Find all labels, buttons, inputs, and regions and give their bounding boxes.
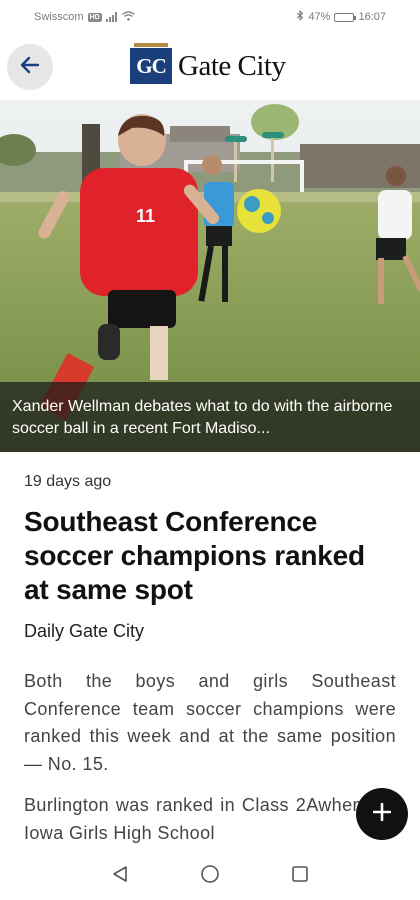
article-paragraph: Both the boys and girls Southeast Confer… (24, 671, 396, 774)
wifi-icon (121, 10, 135, 24)
status-left: Swisscom HD (34, 10, 135, 24)
article-timestamp: 19 days ago (24, 473, 112, 490)
status-right: 47% 16:07 (296, 9, 386, 24)
clock: 16:07 (358, 11, 386, 23)
carrier-name: Swisscom (34, 11, 84, 23)
carrier-badge: HD (87, 12, 102, 22)
article-paragraph: Burlington was ranked in Class 2Awhen th… (24, 795, 396, 843)
hero-caption: Xander Wellman debates what to do with t… (0, 382, 420, 452)
nav-back-button[interactable] (110, 865, 130, 888)
logo-text: Gate City (178, 49, 286, 82)
article: 19 days ago Southeast Conference soccer … (0, 452, 420, 847)
system-nav-bar (0, 852, 420, 900)
signal-icon (105, 12, 118, 22)
home-circle-icon (200, 864, 220, 889)
nav-home-button[interactable] (200, 864, 220, 889)
add-fab-button[interactable] (356, 788, 408, 840)
recents-square-icon (291, 865, 309, 888)
article-source[interactable]: Daily Gate City (24, 621, 396, 642)
article-headline: Southeast Conference soccer champions ra… (24, 506, 365, 605)
arrow-left-icon (20, 56, 40, 79)
logo-mark: GC (130, 43, 172, 84)
bluetooth-icon (296, 9, 304, 24)
back-button[interactable] (7, 44, 53, 90)
battery-percent: 47% (308, 11, 331, 23)
app-header: GC Gate City (0, 34, 420, 100)
nav-recents-button[interactable] (290, 865, 310, 888)
gate-city-logo: GC Gate City (130, 43, 286, 84)
hero-image[interactable]: 11 Xander Wellman debates what to do wit… (0, 100, 420, 452)
battery-icon (334, 12, 357, 22)
status-bar: Swisscom HD 47% 16:07 (0, 0, 420, 34)
svg-text:11: 11 (136, 206, 155, 226)
plus-icon (372, 802, 392, 826)
back-triangle-icon (112, 865, 128, 888)
